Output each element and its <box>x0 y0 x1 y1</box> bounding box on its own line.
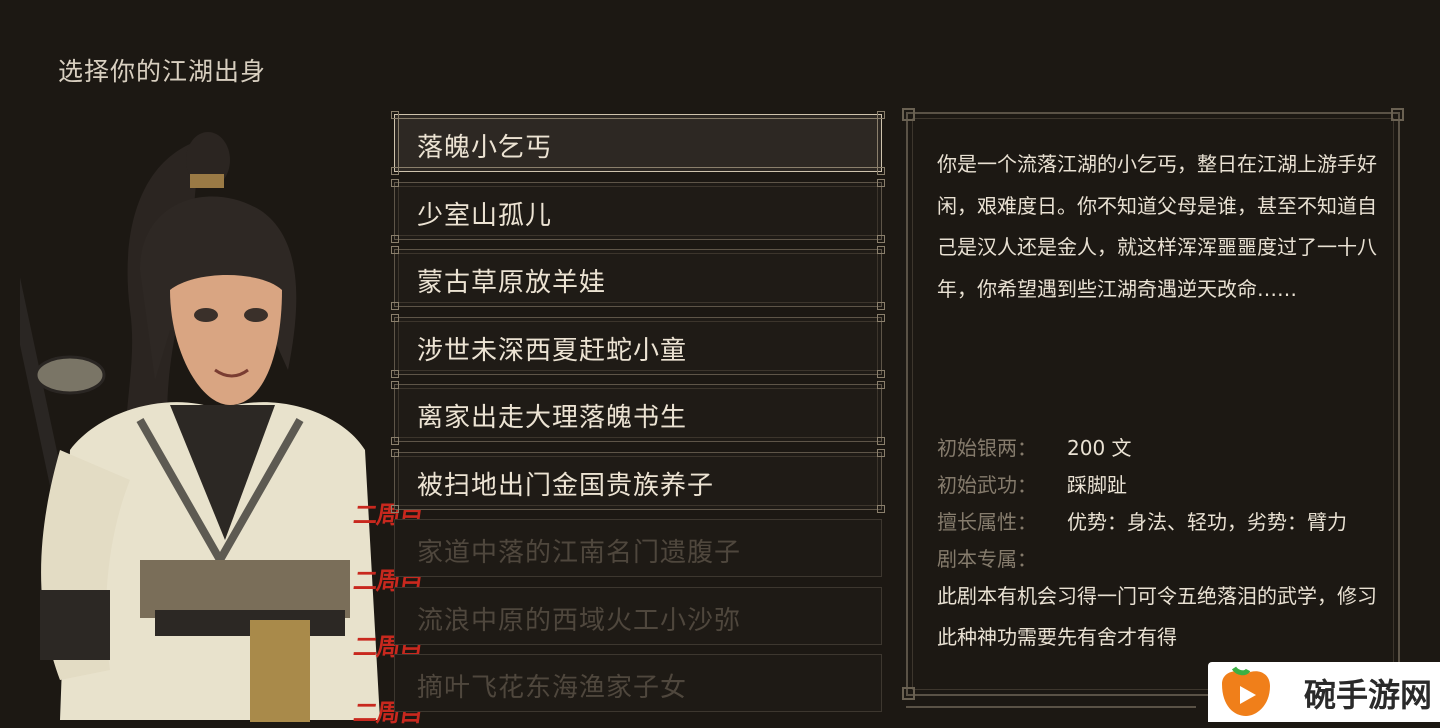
origin-option-label: 家道中落的江南名门遗腹子 <box>417 538 742 568</box>
watermark-text: 碗手游网 <box>1304 676 1433 714</box>
origin-description: 你是一个流落江湖的小乞丐，整日在江湖上游手好闲，艰难度日。你不知道父母是谁，甚至… <box>937 152 1377 301</box>
origin-option-label: 摘叶飞花东海渔家子女 <box>417 673 688 703</box>
origin-option-label: 离家出走大理落魄书生 <box>417 403 688 433</box>
watermark: 碗手游网 <box>1208 662 1440 722</box>
origin-detail-panel: 你是一个流落江湖的小乞丐，整日在江湖上游手好闲，艰难度日。你不知道父母是谁，甚至… <box>902 108 1404 700</box>
origin-list: 落魄小乞丐 少室山孤儿 蒙古草原放羊娃 涉世未深西夏赶蛇小童 离家出走大理落魄书… <box>391 111 885 722</box>
origin-option[interactable]: 被扫地出门金国贵族养子 <box>391 448 885 513</box>
stat-row: 剧本专属： <box>937 543 1377 580</box>
stat-row: 初始银两： 200 文 <box>937 432 1377 469</box>
watermark-logo-icon <box>1222 666 1270 716</box>
page-title: 选择你的江湖出身 <box>58 57 267 86</box>
origin-option-label: 涉世未深西夏赶蛇小童 <box>417 335 688 366</box>
stat-value: 优势：身法、轻功，劣势：臂力 <box>1067 510 1347 534</box>
stat-row: 擅长属性： 优势：身法、轻功，劣势：臂力 <box>937 506 1377 543</box>
origin-option[interactable]: 少室山孤儿 <box>391 178 885 243</box>
stat-key: 剧本专属： <box>937 547 1037 571</box>
origin-option-label: 落魄小乞丐 <box>417 133 553 163</box>
stat-value: 200 文 <box>1067 436 1132 460</box>
stat-key: 初始武功： <box>937 473 1037 497</box>
origin-option[interactable]: 涉世未深西夏赶蛇小童 <box>391 313 885 378</box>
origin-option-locked[interactable]: 流浪中原的西域火工小沙弥 <box>394 586 882 645</box>
exclusive-description: 此剧本有机会习得一门可令五绝落泪的武学，修习此种神功需要先有舍才有得 <box>937 584 1377 649</box>
stat-key: 初始银两： <box>937 436 1037 460</box>
bottom-panel-edge <box>906 706 1196 724</box>
origin-option-label: 少室山孤儿 <box>417 200 553 231</box>
origin-stats: 初始银两： 200 文 初始武功： 踩脚趾 擅长属性： 优势：身法、轻功，劣势：臂力 … <box>937 432 1377 658</box>
origin-option[interactable]: 落魄小乞丐 <box>391 111 885 175</box>
origin-option-label: 流浪中原的西域火工小沙弥 <box>417 605 742 636</box>
origin-option[interactable]: 离家出走大理落魄书生 <box>391 381 885 445</box>
origin-option-label: 被扫地出门金国贵族养子 <box>417 470 715 501</box>
stat-value: 踩脚趾 <box>1067 473 1127 497</box>
stat-key: 擅长属性： <box>937 510 1037 534</box>
origin-option[interactable]: 蒙古草原放羊娃 <box>391 246 885 310</box>
origin-option-locked[interactable]: 家道中落的江南名门遗腹子 <box>394 519 882 577</box>
origin-option-locked[interactable]: 摘叶飞花东海渔家子女 <box>394 654 882 712</box>
stat-row: 初始武功： 踩脚趾 <box>937 469 1377 506</box>
origin-option-label: 蒙古草原放羊娃 <box>417 268 607 298</box>
